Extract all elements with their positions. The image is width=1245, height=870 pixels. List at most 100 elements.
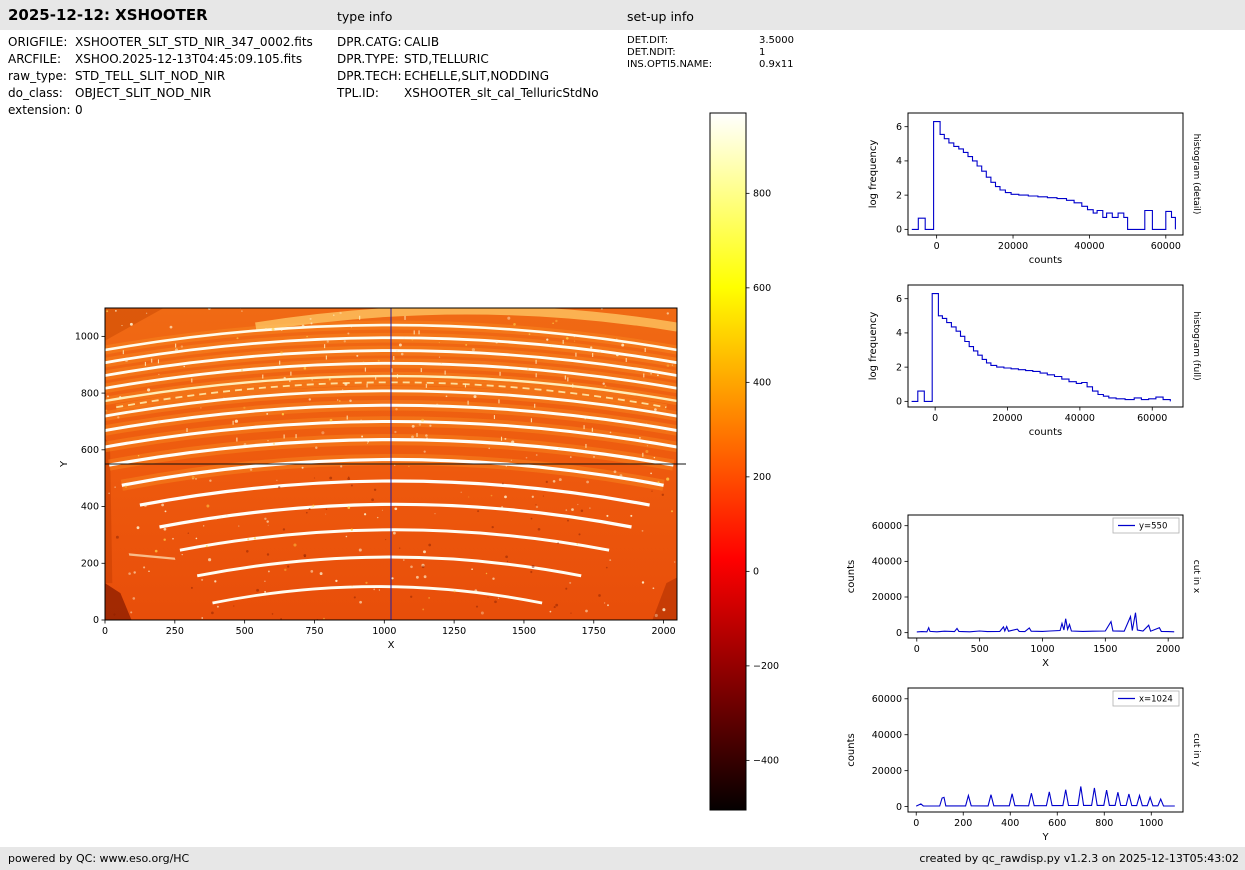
info-row: ORIGFILE: XSHOOTER_SLT_STD_NIR_347_0002.f… xyxy=(8,34,313,51)
footer-bar: powered by QC: www.eso.org/HC created by… xyxy=(0,847,1245,870)
svg-text:200: 200 xyxy=(753,472,771,483)
svg-text:0: 0 xyxy=(93,615,99,626)
footer-left-text: powered by QC: www.eso.org/HC xyxy=(8,852,190,865)
svg-text:X: X xyxy=(388,640,395,651)
info-value: CALIB xyxy=(404,35,440,49)
info-value: 0.9x11 xyxy=(759,59,794,70)
svg-text:400: 400 xyxy=(753,378,771,389)
svg-text:250: 250 xyxy=(166,626,184,637)
svg-text:500: 500 xyxy=(971,644,989,655)
info-value: 3.5000 xyxy=(759,35,794,46)
svg-text:400: 400 xyxy=(81,502,99,513)
info-row: DET.NDIT: 1 xyxy=(627,47,794,59)
svg-text:20000: 20000 xyxy=(872,592,902,603)
svg-text:6: 6 xyxy=(896,294,902,305)
svg-text:−200: −200 xyxy=(753,661,779,672)
info-row: ARCFILE: XSHOO.2025-12-13T04:45:09.105.fi… xyxy=(8,51,313,68)
info-row: DPR.CATG: CALIB xyxy=(337,34,599,51)
info-label: INS.OPTI5.NAME: xyxy=(627,59,713,70)
svg-text:2000: 2000 xyxy=(652,626,676,637)
info-label: DET.DIT: xyxy=(627,35,669,46)
svg-text:counts: counts xyxy=(846,560,857,593)
svg-text:4: 4 xyxy=(896,156,902,167)
svg-text:−400: −400 xyxy=(753,756,779,767)
svg-text:20000: 20000 xyxy=(998,241,1028,252)
info-label: ORIGFILE: xyxy=(8,35,68,49)
svg-text:60000: 60000 xyxy=(872,694,902,705)
svg-text:200: 200 xyxy=(81,558,99,569)
svg-text:0: 0 xyxy=(896,802,902,813)
svg-text:40000: 40000 xyxy=(872,557,902,568)
info-value: OBJECT_SLIT_NOD_NIR xyxy=(75,86,212,100)
svg-text:60000: 60000 xyxy=(872,521,902,532)
svg-text:cut in x: cut in x xyxy=(1191,560,1201,594)
svg-text:4: 4 xyxy=(896,328,902,339)
svg-text:40000: 40000 xyxy=(1065,413,1095,424)
info-value: 1 xyxy=(759,47,766,58)
svg-text:0: 0 xyxy=(914,644,920,655)
svg-text:counts: counts xyxy=(846,733,857,766)
svg-text:600: 600 xyxy=(81,445,99,456)
info-label: ARCFILE: xyxy=(8,52,62,66)
info-label: DPR.TYPE: xyxy=(337,52,399,66)
info-row: INS.OPTI5.NAME: 0.9x11 xyxy=(627,59,794,71)
svg-text:x=1024: x=1024 xyxy=(1139,695,1173,705)
page-title: 2025-12-12: XSHOOTER xyxy=(8,6,208,24)
svg-text:0: 0 xyxy=(934,241,940,252)
info-label: TPL.ID: xyxy=(337,86,379,100)
svg-text:1250: 1250 xyxy=(442,626,466,637)
svg-text:0: 0 xyxy=(896,397,902,408)
svg-text:600: 600 xyxy=(753,283,771,294)
setup-info-heading: set-up info xyxy=(627,9,694,24)
info-value: XSHOOTER_SLT_STD_NIR_347_0002.fits xyxy=(75,35,313,49)
svg-text:1500: 1500 xyxy=(512,626,536,637)
info-row: do_class: OBJECT_SLIT_NOD_NIR xyxy=(8,85,313,102)
setup-info-block: DET.DIT: 3.5000 DET.NDIT: 1 INS.OPTI5.NAME… xyxy=(627,35,794,71)
svg-text:1000: 1000 xyxy=(1139,818,1163,829)
svg-text:log frequency: log frequency xyxy=(868,140,879,209)
svg-text:X: X xyxy=(1042,658,1049,669)
svg-text:histogram (full): histogram (full) xyxy=(1191,311,1201,380)
svg-text:1000: 1000 xyxy=(75,332,99,343)
info-value: 0 xyxy=(75,103,83,117)
svg-text:counts: counts xyxy=(1029,427,1062,438)
info-label: DPR.TECH: xyxy=(337,69,402,83)
svg-text:750: 750 xyxy=(305,626,323,637)
svg-text:400: 400 xyxy=(1001,818,1019,829)
info-value: ECHELLE,SLIT,NODDING xyxy=(404,69,550,83)
svg-text:Y: Y xyxy=(1041,832,1049,843)
info-row: DPR.TYPE: STD,TELLURIC xyxy=(337,51,599,68)
svg-text:20000: 20000 xyxy=(992,413,1022,424)
info-label: extension: xyxy=(8,103,71,117)
svg-text:counts: counts xyxy=(1029,255,1062,266)
svg-text:y=550: y=550 xyxy=(1139,522,1167,532)
info-row: DPR.TECH: ECHELLE,SLIT,NODDING xyxy=(337,68,599,85)
svg-text:40000: 40000 xyxy=(1074,241,1104,252)
svg-text:2000: 2000 xyxy=(1156,644,1180,655)
histogram-detail-plot: 0 20000 40000 60000 0 2 4 6 counts log frequency h… xyxy=(840,100,1240,284)
svg-text:0: 0 xyxy=(896,225,902,236)
svg-text:0: 0 xyxy=(896,628,902,639)
svg-text:1000: 1000 xyxy=(372,626,396,637)
svg-text:2: 2 xyxy=(896,362,902,373)
info-value: STD,TELLURIC xyxy=(404,52,489,66)
info-value: XSHOO.2025-12-13T04:45:09.105.fits xyxy=(75,52,303,66)
type-info-heading: type info xyxy=(337,9,393,24)
svg-text:Y: Y xyxy=(59,460,70,468)
type-info-block: DPR.CATG: CALIB DPR.TYPE: STD,TELLURIC DPR… xyxy=(337,34,599,102)
info-label: DPR.CATG: xyxy=(337,35,402,49)
svg-text:40000: 40000 xyxy=(872,730,902,741)
svg-text:cut in y: cut in y xyxy=(1191,733,1201,767)
cut-in-y-plot: 0 200 400 600 800 1000 0 20000 40000 60000 Ycounts… xyxy=(840,675,1240,869)
svg-text:60000: 60000 xyxy=(1151,241,1181,252)
title-bar: 2025-12-12: XSHOOTER type info set-up in… xyxy=(0,0,1245,30)
svg-text:0: 0 xyxy=(932,413,938,424)
svg-text:2: 2 xyxy=(896,190,902,201)
svg-text:1000: 1000 xyxy=(1030,644,1054,655)
info-label: do_class: xyxy=(8,86,63,100)
cut-in-x-plot: 0 500 1000 1500 2000 0 20000 40000 60000 Xcounts c… xyxy=(840,502,1240,696)
svg-text:800: 800 xyxy=(753,189,771,200)
svg-text:1750: 1750 xyxy=(582,626,606,637)
svg-text:histogram (detail): histogram (detail) xyxy=(1191,134,1201,215)
file-info-block: ORIGFILE: XSHOOTER_SLT_STD_NIR_347_0002.f… xyxy=(8,34,313,119)
